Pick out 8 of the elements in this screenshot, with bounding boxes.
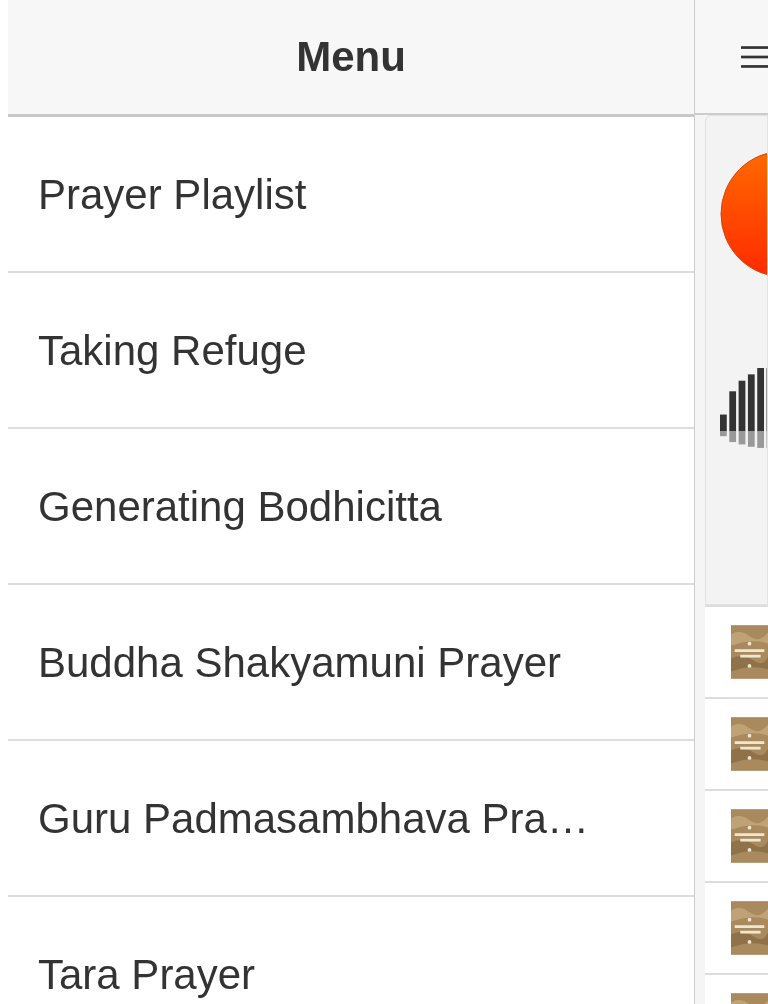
menu-item[interactable]: Guru Padmasambhava Pra… (8, 741, 694, 897)
play-button[interactable] (720, 150, 767, 278)
menu-item[interactable]: Taking Refuge (8, 273, 694, 429)
menu-item[interactable]: Buddha Shakyamuni Prayer (8, 585, 694, 741)
menu-item[interactable]: Generating Bodhicitta (8, 429, 694, 585)
menu-item[interactable]: Prayer Playlist (8, 117, 694, 273)
menu-title: Menu (296, 33, 406, 81)
menu-item[interactable]: Tara Prayer (8, 897, 694, 996)
